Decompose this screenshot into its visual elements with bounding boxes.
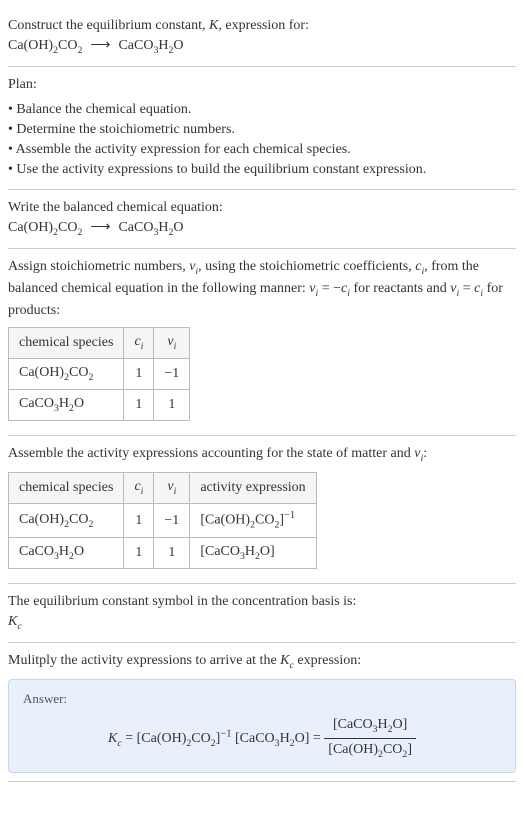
multiply-title: Mulitply the activity expressions to arr… [8, 651, 516, 673]
col-species: chemical species [9, 328, 124, 359]
plan-item: Use the activity expressions to build th… [8, 160, 516, 180]
stoich-text: = − [318, 281, 341, 296]
stoich-table: chemical species ci νi Ca(OH)2CO2 1 −1 C… [8, 327, 190, 421]
equals: = [125, 731, 136, 746]
term1: [Ca(OH)2CO2]−1 [137, 731, 232, 746]
table-row: CaCO3H2O 1 1 [CaCO3H2O] [9, 538, 317, 569]
stoich-text: = [459, 281, 474, 296]
nu-eq-react: νi [309, 281, 318, 296]
nu-i-symbol: νi [414, 446, 423, 461]
table-header-row: chemical species ci νi [9, 328, 190, 359]
term2: [CaCO3H2O] [235, 731, 309, 746]
stoich-text: , using the stoichiometric coefficients, [198, 259, 415, 274]
ci-cell: 1 [124, 538, 154, 569]
reactant-species: Ca(OH)2CO2 [8, 220, 82, 235]
numerator: [CaCO3H2O] [324, 715, 416, 739]
activity-table: chemical species ci νi activity expressi… [8, 472, 317, 569]
plan-list: Balance the chemical equation. Determine… [8, 100, 516, 181]
multiply-text: Mulitply the activity expressions to arr… [8, 653, 280, 668]
reactant-species: Ca(OH)2CO2 [8, 38, 82, 53]
species-cell: Ca(OH)2CO2 [9, 504, 124, 538]
kc-symbol: Kc [8, 612, 516, 634]
ci-cell: 1 [124, 359, 154, 390]
activity-cell: [Ca(OH)2CO2]−1 [190, 504, 316, 538]
nu-eq-prod: νi [450, 281, 459, 296]
denominator: [Ca(OH)2CO2] [324, 739, 416, 762]
c-i-symbol: ci [341, 281, 350, 296]
col-nui: νi [154, 473, 190, 504]
activity-cell: [CaCO3H2O] [190, 538, 316, 569]
col-ci: ci [124, 328, 154, 359]
plan-title: Plan: [8, 75, 516, 95]
reaction-arrow: ⟶ [82, 38, 118, 53]
product-species: CaCO3H2O [118, 38, 183, 53]
multiply-section: Mulitply the activity expressions to arr… [8, 643, 516, 782]
stoich-text: for reactants and [350, 281, 450, 296]
fraction: [CaCO3H2O] [Ca(OH)2CO2] [324, 715, 416, 762]
kc-title: The equilibrium constant symbol in the c… [8, 592, 516, 612]
k-symbol: K [209, 18, 218, 33]
answer-box: Answer: Kc = [Ca(OH)2CO2]−1 [CaCO3H2O] =… [8, 679, 516, 773]
col-activity: activity expression [190, 473, 316, 504]
stoich-section: Assign stoichiometric numbers, νi, using… [8, 249, 516, 436]
col-species: chemical species [9, 473, 124, 504]
kc-symbol-inline: Kc [280, 653, 294, 668]
stoich-intro: Assign stoichiometric numbers, νi, using… [8, 257, 516, 321]
plan-item: Determine the stoichiometric numbers. [8, 120, 516, 140]
nui-cell: −1 [154, 359, 190, 390]
nui-cell: 1 [154, 538, 190, 569]
col-ci: ci [124, 473, 154, 504]
kc-section: The equilibrium constant symbol in the c… [8, 584, 516, 643]
kc-lhs: Kc [108, 731, 122, 746]
table-row: Ca(OH)2CO2 1 −1 [Ca(OH)2CO2]−1 [9, 504, 317, 538]
table-header-row: chemical species ci νi activity expressi… [9, 473, 317, 504]
ci-cell: 1 [124, 504, 154, 538]
nu-i-symbol: νi [189, 259, 198, 274]
nui-cell: −1 [154, 504, 190, 538]
balanced-title: Write the balanced chemical equation: [8, 198, 516, 218]
answer-label: Answer: [23, 690, 501, 709]
activity-text: Assemble the activity expressions accoun… [8, 446, 414, 461]
species-cell: CaCO3H2O [9, 390, 124, 421]
plan-item: Assemble the activity expression for eac… [8, 140, 516, 160]
intro-text: Construct the equilibrium constant, K, e… [8, 16, 516, 36]
equals: = [313, 731, 324, 746]
kc-equation: Kc = [Ca(OH)2CO2]−1 [CaCO3H2O] = [CaCO3H… [23, 715, 501, 762]
table-row: Ca(OH)2CO2 1 −1 [9, 359, 190, 390]
intro-section: Construct the equilibrium constant, K, e… [8, 8, 516, 67]
balanced-section: Write the balanced chemical equation: Ca… [8, 190, 516, 249]
multiply-text: expression: [294, 653, 361, 668]
balanced-equation: Ca(OH)2CO2⟶CaCO3H2O [8, 218, 516, 240]
intro-suffix: , expression for: [218, 18, 309, 33]
intro-equation: Ca(OH)2CO2⟶CaCO3H2O [8, 36, 516, 58]
activity-section: Assemble the activity expressions accoun… [8, 436, 516, 584]
c-i-symbol: ci [415, 259, 424, 274]
plan-item: Balance the chemical equation. [8, 100, 516, 120]
species-cell: CaCO3H2O [9, 538, 124, 569]
table-row: CaCO3H2O 1 1 [9, 390, 190, 421]
c-i-symbol: ci [474, 281, 483, 296]
product-species: CaCO3H2O [118, 220, 183, 235]
ci-cell: 1 [124, 390, 154, 421]
col-nui: νi [154, 328, 190, 359]
activity-text: : [423, 446, 427, 461]
stoich-text: Assign stoichiometric numbers, [8, 259, 189, 274]
species-cell: Ca(OH)2CO2 [9, 359, 124, 390]
intro-prefix: Construct the equilibrium constant, [8, 18, 209, 33]
nui-cell: 1 [154, 390, 190, 421]
activity-title: Assemble the activity expressions accoun… [8, 444, 516, 466]
plan-section: Plan: Balance the chemical equation. Det… [8, 67, 516, 189]
reaction-arrow: ⟶ [82, 220, 118, 235]
